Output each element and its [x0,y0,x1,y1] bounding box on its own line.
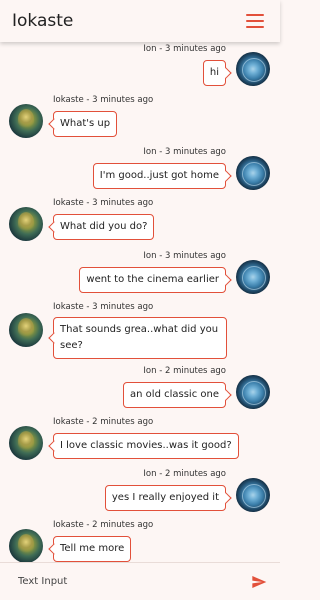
app-header: Iokaste [0,0,280,42]
avatar [236,156,270,190]
composer [0,562,280,600]
message-bubble: What did you do? [53,214,155,240]
message-bubble: I love classic movies..was it good? [53,433,239,459]
avatar [236,478,270,512]
send-icon[interactable] [250,574,268,590]
avatar [236,260,270,294]
message-meta: Ion - 2 minutes ago [143,366,226,376]
avatar [9,426,43,460]
avatar [236,52,270,86]
avatar [9,207,43,241]
message-meta: Iokaste - 3 minutes ago [53,95,154,105]
message-bubble: What's up [53,111,118,137]
message-bubble: an old classic one [123,382,226,408]
message-bubble: hi [202,60,226,86]
menu-icon[interactable] [246,14,264,28]
avatar [9,529,43,562]
message-input[interactable] [18,576,218,587]
message-bubble: I'm good..just got home [92,163,226,189]
message-bubble: yes I really enjoyed it [104,485,226,511]
message-bubble: went to the cinema earlier [79,267,226,293]
message-meta: Ion - 2 minutes ago [143,469,226,479]
message-meta: Iokaste - 2 minutes ago [53,417,154,427]
avatar [9,313,43,347]
chat-title: Iokaste [12,11,74,31]
message-meta: Ion - 3 minutes ago [143,251,226,261]
message-meta: Ion - 3 minutes ago [143,147,226,157]
message-bubble: That sounds grea..what did you see? [53,317,227,359]
avatar [236,375,270,409]
message-meta: Iokaste - 3 minutes ago [53,198,154,208]
message-bubble: Tell me more [53,536,132,562]
message-meta: Iokaste - 3 minutes ago [53,302,154,312]
message-meta: Iokaste - 2 minutes ago [53,520,154,530]
avatar [9,104,43,138]
message-list[interactable]: Ion - 3 minutes ago hi Iokaste - 3 minut… [0,42,280,562]
message-meta: Ion - 3 minutes ago [143,44,226,54]
